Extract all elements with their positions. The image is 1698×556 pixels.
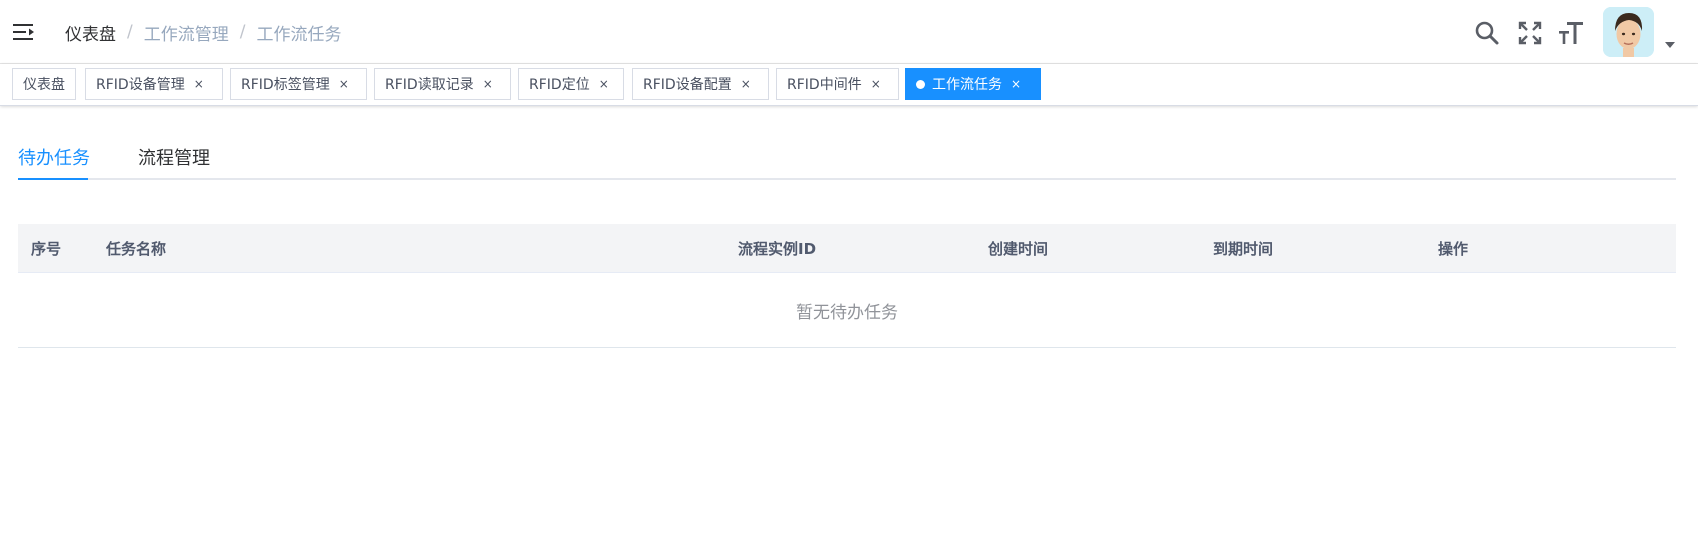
breadcrumb-separator: / [127,22,133,42]
tag-label: 仪表盘 [23,77,65,93]
table-empty-row: 暂无待办任务 [18,273,1676,348]
search-icon[interactable] [1474,20,1500,46]
tab-todo-tasks[interactable]: 待办任务 [18,144,90,170]
active-dot-icon [916,79,925,89]
tag-rfid-tag[interactable]: RFID标签管理 × [230,68,367,100]
navbar: 仪表盘 / 工作流管理 / 工作流任务 [0,0,1698,64]
tag-label: RFID读取记录 [385,77,474,93]
hamburger-icon[interactable] [13,22,35,42]
task-table: 序号 任务名称 流程实例ID 创建时间 到期时间 操作 暂无待办任务 [18,224,1676,348]
avatar[interactable] [1603,7,1654,57]
column-header-created-time: 创建时间 [988,240,1049,258]
close-icon[interactable]: × [194,78,204,90]
column-header-due-time: 到期时间 [1213,240,1274,258]
tag-rfid-read-record[interactable]: RFID读取记录 × [374,68,511,100]
caret-down-icon[interactable] [1664,40,1676,50]
font-size-icon[interactable] [1558,20,1584,46]
breadcrumb-item-workflow: 工作流管理 [143,24,229,45]
tag-label: RFID设备配置 [643,77,732,93]
breadcrumb: 仪表盘 / 工作流管理 / 工作流任务 [65,19,341,45]
tag-rfid-device[interactable]: RFID设备管理 × [85,68,223,100]
close-icon[interactable]: × [339,78,349,90]
tag-label: RFID设备管理 [96,77,185,93]
tab-label: 待办任务 [18,148,90,169]
tag-label: RFID标签管理 [241,77,330,93]
tag-label: RFID定位 [529,77,590,93]
close-icon[interactable]: × [741,78,751,90]
close-icon[interactable]: × [599,78,609,90]
breadcrumb-item-dashboard[interactable]: 仪表盘 [65,20,116,45]
tag-workflow-task[interactable]: 工作流任务 × [905,68,1041,100]
tab-label: 流程管理 [138,148,210,169]
avatar-image [1603,7,1654,57]
tag-rfid-middleware[interactable]: RFID中间件 × [776,68,899,100]
empty-text: 暂无待办任务 [796,302,898,323]
tag-label: 工作流任务 [932,77,1002,93]
close-icon[interactable]: × [1011,78,1021,90]
close-icon[interactable]: × [871,78,881,90]
column-header-process-instance-id: 流程实例ID [738,240,817,258]
tag-rfid-config[interactable]: RFID设备配置 × [632,68,769,100]
active-tab-indicator [18,178,88,180]
tag-rfid-location[interactable]: RFID定位 × [518,68,624,100]
column-header-index: 序号 [31,240,62,258]
breadcrumb-separator: / [239,22,246,42]
close-icon[interactable]: × [483,78,493,90]
table-header: 序号 任务名称 流程实例ID 创建时间 到期时间 操作 [18,224,1676,273]
breadcrumb-item-current: 工作流任务 [256,24,342,45]
tab-bar: 待办任务 流程管理 [18,135,1676,180]
fullscreen-icon[interactable] [1517,20,1543,46]
column-header-actions: 操作 [1438,240,1469,258]
tag-label: RFID中间件 [787,77,862,93]
tags-view: 仪表盘 RFID设备管理 × RFID标签管理 × RFID读取记录 × RFI… [0,64,1698,106]
tab-process-management[interactable]: 流程管理 [138,144,210,170]
column-header-task-name: 任务名称 [106,240,167,258]
tag-dashboard[interactable]: 仪表盘 [12,68,76,100]
